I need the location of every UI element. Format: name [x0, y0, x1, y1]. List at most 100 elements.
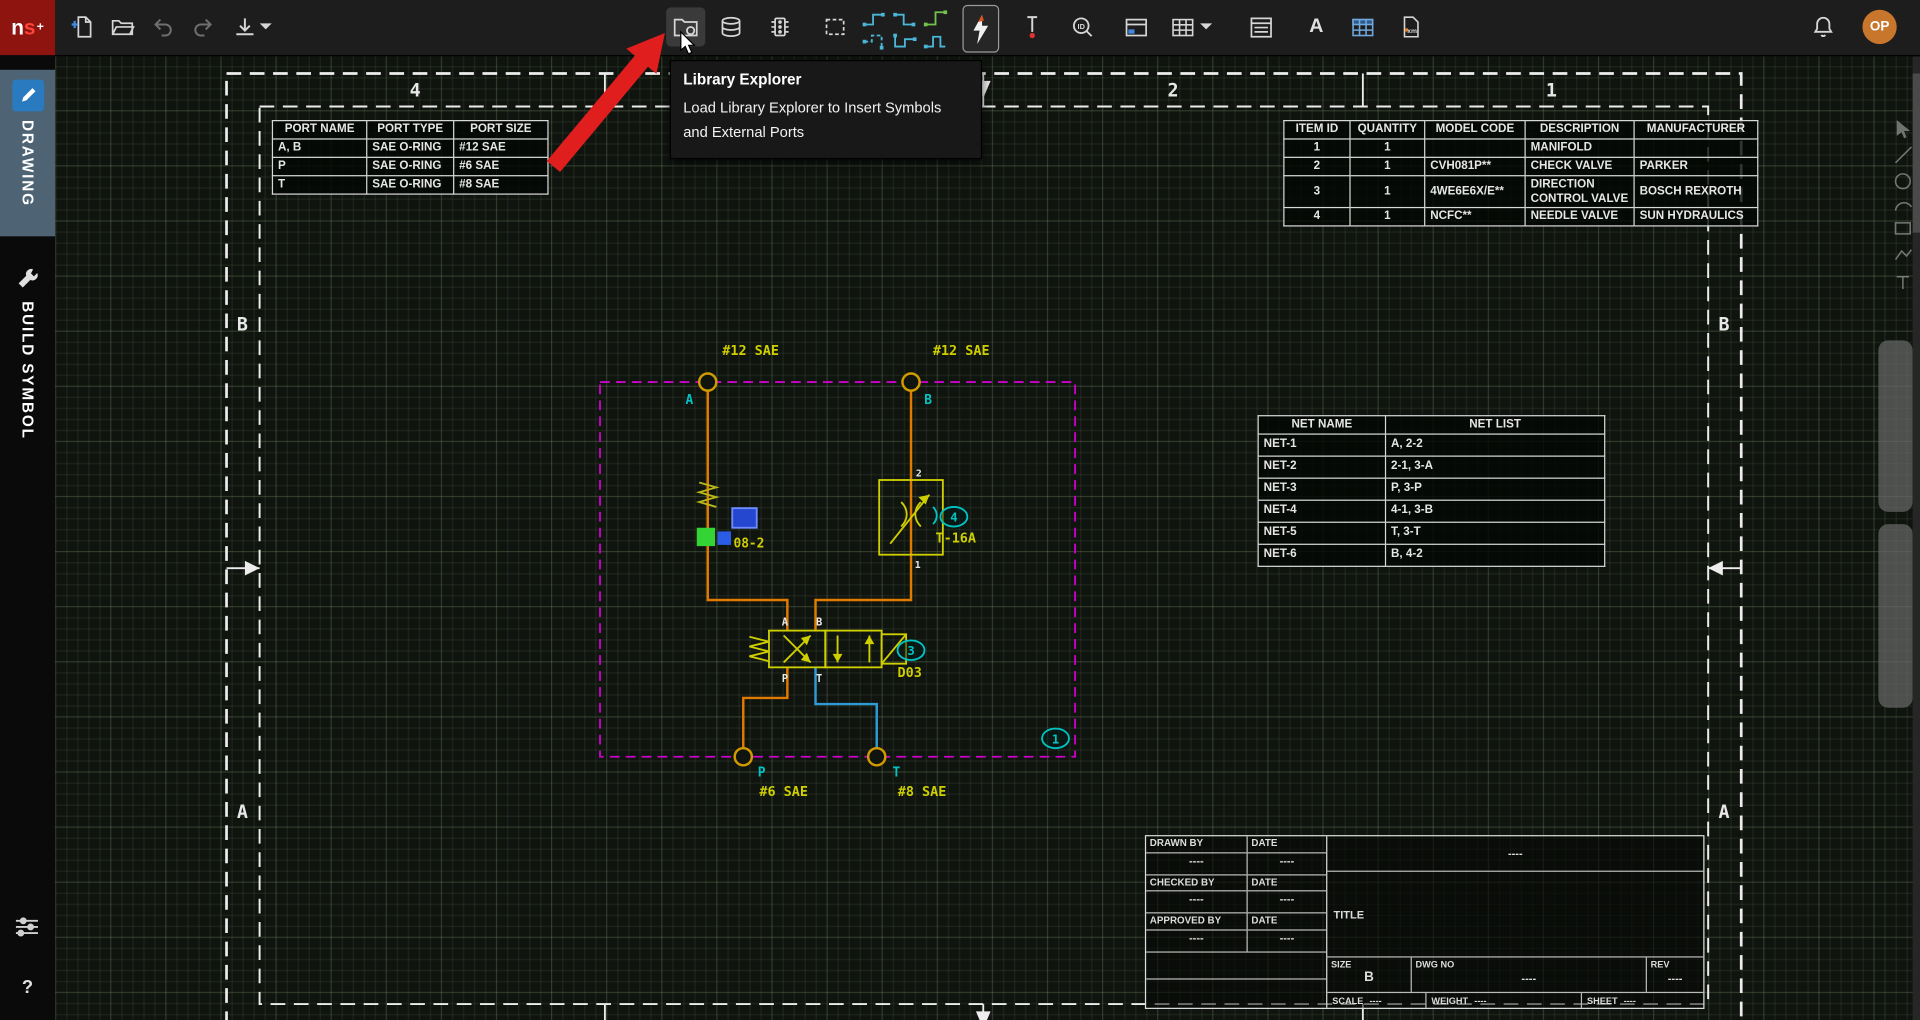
net-table[interactable]: NET NAME NET LIST NET-1 A, 2-2 NET-2 2-1, 3-… — [1257, 415, 1606, 567]
title-block[interactable]: DRAWN BY DATE ---- ---- CHECKED BY DATE ---… — [1144, 835, 1705, 1009]
table-cell: PARKER — [1633, 156, 1759, 176]
approved-by-label: APPROVED BY — [1146, 913, 1248, 930]
quick-connect-bolt-button[interactable] — [962, 4, 1000, 53]
dwg-no-value: ---- — [1521, 972, 1537, 985]
table-cell: 2-1, 3-A — [1384, 455, 1606, 479]
wire-route-button[interactable] — [921, 7, 949, 28]
table-menu-caret[interactable] — [1198, 7, 1215, 46]
redo-button[interactable] — [184, 7, 223, 46]
table-cell: NET-4 — [1257, 499, 1387, 523]
terminal-strip-button[interactable] — [760, 7, 799, 46]
sidebar-tab-drawing[interactable]: DRAWING — [0, 69, 56, 237]
wire-route-button[interactable] — [860, 7, 888, 28]
settings-button[interactable] — [13, 916, 40, 944]
size-value: B — [1364, 969, 1374, 985]
table-cell: NET-1 — [1257, 433, 1387, 457]
lightning-bolt-icon — [973, 14, 989, 44]
library-explorer-icon — [673, 18, 698, 37]
table-cell: DIRECTION CONTROL VALVE — [1524, 174, 1635, 209]
notifications-button[interactable] — [1804, 7, 1843, 46]
open-folder-button[interactable] — [103, 7, 142, 46]
selection-marquee-icon — [825, 18, 845, 36]
table-cell: 4WE6E6X/E** — [1424, 174, 1526, 209]
wire-route-icon — [892, 12, 915, 26]
wire-route-button[interactable] — [921, 31, 949, 52]
probe-button[interactable] — [1013, 7, 1052, 46]
wire-route-button[interactable] — [890, 31, 918, 52]
tooltip-title: Library Explorer — [683, 71, 802, 89]
undo-button[interactable] — [143, 7, 182, 46]
table-cell: P, 3-P — [1384, 477, 1606, 501]
export-xml-button[interactable]: xml — [1391, 7, 1430, 46]
table-header-row: NET NAME NET LIST — [1257, 415, 1606, 435]
selection-marquee-button[interactable] — [816, 7, 855, 46]
port-table[interactable]: PORT NAME PORT TYPE PORT SIZE A, B SAE O-RI… — [271, 120, 549, 195]
table-header-row: PORT NAME PORT TYPE PORT SIZE — [271, 120, 549, 140]
table-cell: SAE O-RING — [366, 174, 455, 195]
table-cell: SAE O-RING — [366, 138, 455, 158]
table-cell: 1 — [1283, 138, 1351, 158]
export-menu-caret[interactable] — [257, 7, 274, 46]
caret-down-icon — [1200, 23, 1213, 30]
sidebar-tab-build-symbol[interactable]: BUILD SYMBOL — [0, 256, 55, 440]
app-logo[interactable]: n s + — [0, 0, 56, 56]
table-cell: 2 — [1283, 156, 1351, 176]
table-cell: NET-6 — [1257, 543, 1387, 567]
wire-route-button[interactable] — [860, 31, 888, 52]
table-row: A, B SAE O-RING #12 SAE — [271, 138, 549, 158]
drawing-pencil-icon — [11, 79, 44, 112]
table-cell: #12 SAE — [453, 138, 549, 158]
bell-icon — [1813, 16, 1833, 37]
tooltip-description: Load Library Explorer to Insert Symbols … — [683, 99, 942, 141]
table-cell: T, 3-T — [1384, 521, 1606, 545]
build-symbol-tab-label: BUILD SYMBOL — [18, 301, 37, 440]
wire-route-icon — [923, 9, 947, 26]
checked-by-value: ---- — [1146, 891, 1248, 913]
table-row: P SAE O-RING #6 SAE — [271, 156, 549, 176]
redo-icon — [194, 18, 212, 37]
wire-route-icon — [862, 33, 883, 49]
rev-label: REV — [1650, 958, 1670, 970]
new-file-button[interactable] — [64, 7, 103, 46]
report-form-button[interactable] — [1242, 7, 1281, 46]
checked-by-label: CHECKED BY — [1146, 874, 1248, 891]
table-cell: BOSCH REXROTH — [1633, 174, 1759, 209]
undo-icon — [154, 18, 172, 37]
library-explorer-button[interactable] — [666, 7, 706, 47]
table-header-cell: PORT NAME — [271, 120, 368, 140]
panel-view-button[interactable] — [1117, 7, 1156, 46]
sidebar: n s + DRAWING BUILD SYMBOL ? — [0, 0, 56, 1020]
date-label: DATE — [1251, 876, 1278, 888]
table-row: T SAE O-RING #8 SAE — [271, 174, 549, 195]
help-button[interactable]: ? — [0, 977, 55, 998]
text-tool-icon: A — [1309, 15, 1324, 37]
table-cell: NET-5 — [1257, 521, 1387, 545]
title-block-signatures: DRAWN BY DATE ---- ---- CHECKED BY DATE ---… — [1146, 836, 1328, 1008]
symbol-library-button[interactable] — [711, 7, 750, 46]
library-explorer-tooltip: Library Explorer Load Library Explorer t… — [669, 60, 983, 159]
wire-route-button[interactable] — [890, 7, 918, 28]
drawing-tab-label: DRAWING — [18, 120, 37, 207]
text-tool-button[interactable]: A — [1297, 7, 1336, 46]
sliders-icon — [15, 917, 38, 937]
empty-row — [1146, 980, 1326, 1008]
table-icon — [1172, 18, 1194, 37]
user-avatar[interactable]: OP — [1862, 9, 1897, 45]
table-cell: 1 — [1349, 207, 1426, 227]
id-search-button[interactable]: ID — [1063, 7, 1102, 46]
empty-row — [1146, 952, 1327, 981]
table-cell: SAE O-RING — [366, 156, 455, 176]
date-value: ---- — [1279, 931, 1295, 945]
bom-table[interactable]: ITEM ID QUANTITY MODEL CODE DESCRIPTION MANU… — [1283, 120, 1759, 227]
grid-table-button[interactable] — [1343, 7, 1382, 46]
table-cell: 1 — [1349, 156, 1426, 176]
table-cell: MANIFOLD — [1524, 138, 1635, 158]
wire-route-icon — [892, 33, 916, 47]
panel-view-icon — [1125, 18, 1147, 37]
rev-value: ---- — [1667, 972, 1683, 985]
table-row: 4 1 NCFC** NEEDLE VALVE SUN HYDRAULICS — [1283, 207, 1759, 227]
approved-by-value: ---- — [1146, 930, 1248, 952]
wrench-icon — [12, 266, 44, 293]
weight-value: ---- — [1474, 994, 1487, 1006]
table-header-cell: MANUFACTURER — [1633, 120, 1759, 140]
